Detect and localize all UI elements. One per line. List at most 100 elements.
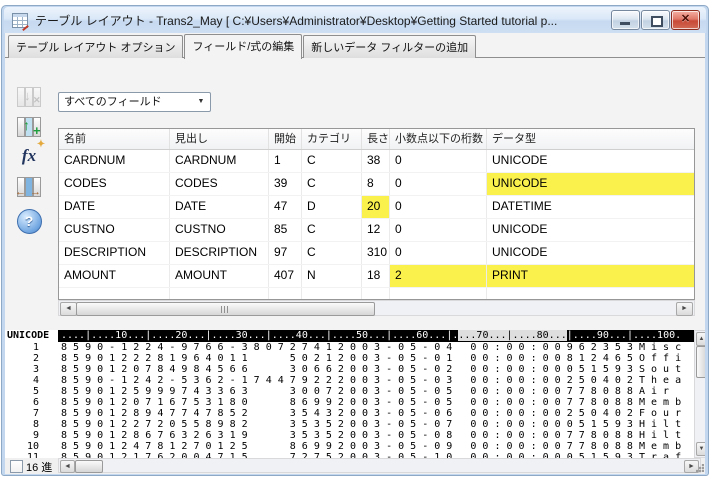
record-data-line[interactable]: 8590122720558982 35352003-05-07 00:00:00… bbox=[58, 419, 694, 430]
field-cell[interactable]: C bbox=[302, 242, 362, 264]
data-vscrollbar[interactable]: ▲ ▼ bbox=[694, 330, 705, 458]
field-cell[interactable]: 407 bbox=[269, 265, 302, 287]
column-header[interactable]: データ型 bbox=[487, 129, 694, 149]
data-hscrollbar-thumb[interactable] bbox=[75, 460, 103, 473]
field-row: DATEDATE47D200DATETIME bbox=[59, 196, 694, 219]
field-cell[interactable]: UNICODE bbox=[487, 150, 694, 172]
field-cell[interactable] bbox=[269, 288, 302, 300]
field-cell[interactable] bbox=[59, 288, 170, 300]
field-cell[interactable]: 38 bbox=[362, 150, 390, 172]
scroll-left-icon[interactable]: ◄ bbox=[60, 460, 75, 473]
tab-3[interactable]: 新しいデータ フィルターの追加 bbox=[303, 35, 476, 58]
field-cell[interactable]: N bbox=[302, 265, 362, 287]
minimize-icon bbox=[620, 22, 630, 25]
scroll-left-icon[interactable]: ◄ bbox=[60, 302, 77, 316]
column-header[interactable]: 長さ bbox=[362, 129, 390, 149]
field-cell[interactable] bbox=[170, 288, 269, 300]
table-hscrollbar-thumb[interactable] bbox=[76, 302, 375, 316]
field-cell[interactable]: 0 bbox=[390, 219, 487, 241]
scroll-up-icon[interactable]: ▲ bbox=[696, 332, 705, 346]
record-data-line[interactable]: 8590128676326319 35352003-05-08 00:00:00… bbox=[58, 430, 694, 441]
field-table-body: CARDNUMCARDNUM1C380UNICODECODESCODES39C8… bbox=[59, 150, 694, 300]
field-cell[interactable]: DATE bbox=[170, 196, 269, 218]
column-header[interactable]: 小数点以下の桁数 bbox=[390, 129, 487, 149]
field-cell[interactable]: 0 bbox=[390, 196, 487, 218]
record-data-line[interactable]: 8590120716753180 86992003-05-05 00:00:00… bbox=[58, 397, 694, 408]
hide-field-button[interactable]: ↓ ✕ bbox=[13, 87, 45, 114]
close-button[interactable]: ✕ bbox=[671, 10, 700, 30]
field-cell[interactable]: C bbox=[302, 219, 362, 241]
expression-button[interactable]: fx✦ bbox=[13, 146, 45, 173]
hide-field-column-down-x-icon: ↓ ✕ bbox=[17, 87, 41, 105]
field-cell[interactable]: CODES bbox=[59, 173, 170, 195]
field-cell[interactable]: DATETIME bbox=[487, 196, 694, 218]
field-width-arrows-icon: ← → bbox=[17, 177, 41, 195]
field-cell[interactable]: UNICODE bbox=[487, 173, 694, 195]
record-data-line[interactable]: 8590124781270125 86992003-05-09 00:00:00… bbox=[58, 441, 694, 452]
scroll-right-icon[interactable]: ► bbox=[676, 302, 693, 316]
tab-1[interactable]: テーブル レイアウト オプション bbox=[8, 35, 183, 58]
field-cell[interactable]: D bbox=[302, 196, 362, 218]
record-data-line[interactable]: 8590-1242-5362-174479222003-05-03 00:00:… bbox=[58, 375, 694, 386]
hex-checkbox[interactable] bbox=[10, 460, 23, 473]
field-cell[interactable] bbox=[302, 288, 362, 300]
field-cell[interactable]: 1 bbox=[269, 150, 302, 172]
tab-2[interactable]: フィールド/式の編集 bbox=[184, 34, 302, 59]
record-data-line[interactable]: 8590120784984566 30662003-05-02 00:00:00… bbox=[58, 364, 694, 375]
field-cell[interactable]: 0 bbox=[390, 150, 487, 172]
field-cell[interactable]: DESCRIPTION bbox=[59, 242, 170, 264]
byte-ruler[interactable]: ....|....10...|....20...|....30...|....4… bbox=[58, 330, 694, 342]
scroll-down-icon[interactable]: ▼ bbox=[696, 442, 705, 456]
field-cell[interactable]: 18 bbox=[362, 265, 390, 287]
field-cell[interactable]: 0 bbox=[390, 242, 487, 264]
fields-dropdown[interactable]: すべてのフィールド ▼ bbox=[58, 92, 211, 112]
field-cell[interactable] bbox=[487, 288, 694, 300]
field-cell[interactable]: 310 bbox=[362, 242, 390, 264]
field-width-button[interactable]: ← → bbox=[13, 177, 45, 204]
field-cell[interactable] bbox=[390, 288, 487, 300]
record-data-line[interactable]: 8590-1224-9766-380727412003-05-04 00:00:… bbox=[58, 342, 694, 353]
resize-grip[interactable] bbox=[696, 464, 704, 472]
field-cell[interactable]: CARDNUM bbox=[59, 150, 170, 172]
field-cell[interactable]: AMOUNT bbox=[59, 265, 170, 287]
record-data-line[interactable]: 8590128947747852 35432003-05-06 00:00:00… bbox=[58, 408, 694, 419]
column-header[interactable]: 名前 bbox=[59, 129, 170, 149]
field-cell[interactable]: DESCRIPTION bbox=[170, 242, 269, 264]
field-cell[interactable]: 0 bbox=[390, 173, 487, 195]
field-table-header: 名前見出し開始カテゴリ長さ小数点以下の桁数データ型 bbox=[59, 129, 694, 150]
field-cell[interactable]: UNICODE bbox=[487, 242, 694, 264]
field-cell[interactable]: 12 bbox=[362, 219, 390, 241]
field-cell[interactable]: CUSTNO bbox=[59, 219, 170, 241]
minimize-button[interactable] bbox=[611, 10, 640, 30]
field-cell[interactable]: 85 bbox=[269, 219, 302, 241]
field-cell[interactable]: 20 bbox=[362, 196, 390, 218]
record-number: 9 bbox=[5, 430, 39, 441]
field-cell[interactable]: AMOUNT bbox=[170, 265, 269, 287]
field-cell[interactable]: 47 bbox=[269, 196, 302, 218]
field-cell[interactable] bbox=[362, 288, 390, 300]
restore-button[interactable] bbox=[641, 10, 670, 30]
data-vscrollbar-thumb[interactable] bbox=[696, 346, 705, 378]
field-cell[interactable]: UNICODE bbox=[487, 219, 694, 241]
data-hscrollbar[interactable]: ◄ ► bbox=[58, 458, 701, 473]
field-cell[interactable]: 8 bbox=[362, 173, 390, 195]
help-button[interactable]: ? bbox=[13, 209, 45, 236]
field-cell[interactable]: CARDNUM bbox=[170, 150, 269, 172]
record-data-line[interactable]: 8590125999743363 30072003-05-05 00:00:00… bbox=[58, 386, 694, 397]
field-cell[interactable]: 39 bbox=[269, 173, 302, 195]
field-cell[interactable]: DATE bbox=[59, 196, 170, 218]
field-cell[interactable]: C bbox=[302, 173, 362, 195]
field-cell[interactable]: 2 bbox=[390, 265, 487, 287]
field-cell[interactable]: 97 bbox=[269, 242, 302, 264]
field-cell[interactable]: CUSTNO bbox=[170, 219, 269, 241]
table-hscrollbar[interactable]: ◄ ► bbox=[58, 300, 695, 316]
field-cell[interactable]: PRINT bbox=[487, 265, 694, 287]
record-data-line[interactable]: 8590122281964011 50212003-05-01 00:00:00… bbox=[58, 353, 694, 364]
column-header[interactable]: カテゴリ bbox=[302, 129, 362, 149]
field-cell[interactable]: CODES bbox=[170, 173, 269, 195]
record-number: 10 bbox=[5, 441, 39, 452]
column-header[interactable]: 開始 bbox=[269, 129, 302, 149]
record-number: 2 bbox=[5, 353, 39, 364]
field-cell[interactable]: C bbox=[302, 150, 362, 172]
column-header[interactable]: 見出し bbox=[170, 129, 269, 149]
